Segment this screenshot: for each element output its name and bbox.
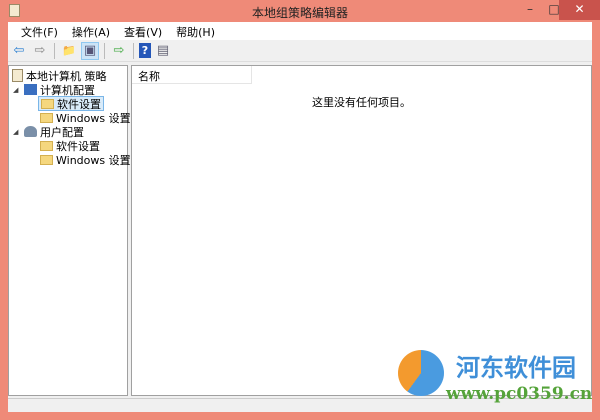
export-list-icon[interactable]: ⇨ bbox=[110, 42, 128, 60]
folder-icon bbox=[40, 154, 53, 165]
watermark-url: www.pc0359.cn bbox=[446, 384, 593, 404]
computer-icon bbox=[24, 84, 37, 95]
tree-pane: 本地计算机 策略 ◢ 计算机配置 软件设置 Windows 设置 ◢ 用户配置 … bbox=[8, 65, 131, 396]
watermark-name: 河东软件园 bbox=[456, 353, 576, 382]
close-button[interactable]: ✕ bbox=[559, 0, 600, 20]
folder-icon bbox=[40, 112, 53, 123]
help-icon[interactable]: ? bbox=[139, 43, 151, 58]
expand-arrow-icon[interactable]: ◢ bbox=[13, 86, 21, 94]
menu-file[interactable]: 文件(F) bbox=[14, 22, 65, 40]
separator bbox=[104, 42, 105, 59]
window-title: 本地组策略编辑器 bbox=[251, 6, 348, 20]
title-bar: 本地组策略编辑器 – □ ✕ bbox=[0, 0, 600, 22]
forward-arrow-icon[interactable]: ⇨ bbox=[31, 42, 49, 60]
menu-bar: 文件(F) 操作(A) 查看(V) 帮助(H) bbox=[8, 22, 592, 40]
column-header-name[interactable]: 名称 bbox=[132, 66, 252, 84]
folder-icon bbox=[40, 140, 53, 151]
menu-help[interactable]: 帮助(H) bbox=[169, 22, 222, 40]
watermark: 河东软件园 www.pc0359.cn bbox=[398, 350, 592, 410]
expand-arrow-icon[interactable]: ◢ bbox=[13, 128, 21, 136]
up-folder-icon[interactable]: 📁 bbox=[60, 42, 78, 60]
tree-user-windows[interactable]: Windows 设置 bbox=[40, 152, 131, 167]
tree-label: Windows 设置 bbox=[56, 153, 131, 167]
toolbar: ⇦ ⇨ 📁 ▣ ⇨ ? ▤ bbox=[8, 40, 592, 62]
show-tree-icon[interactable]: ▣ bbox=[81, 41, 99, 60]
empty-message: 这里没有任何项目。 bbox=[312, 96, 411, 109]
properties-icon[interactable]: ▤ bbox=[154, 42, 172, 60]
list-pane: 名称 这里没有任何项目。 bbox=[131, 65, 592, 396]
separator bbox=[54, 42, 55, 59]
separator bbox=[133, 42, 134, 59]
back-arrow-icon[interactable]: ⇦ bbox=[10, 42, 28, 60]
watermark-logo bbox=[398, 350, 444, 396]
menu-action[interactable]: 操作(A) bbox=[65, 22, 117, 40]
user-icon bbox=[24, 126, 37, 137]
policy-icon bbox=[12, 69, 23, 82]
menu-view[interactable]: 查看(V) bbox=[117, 22, 169, 40]
folder-icon bbox=[41, 98, 54, 109]
